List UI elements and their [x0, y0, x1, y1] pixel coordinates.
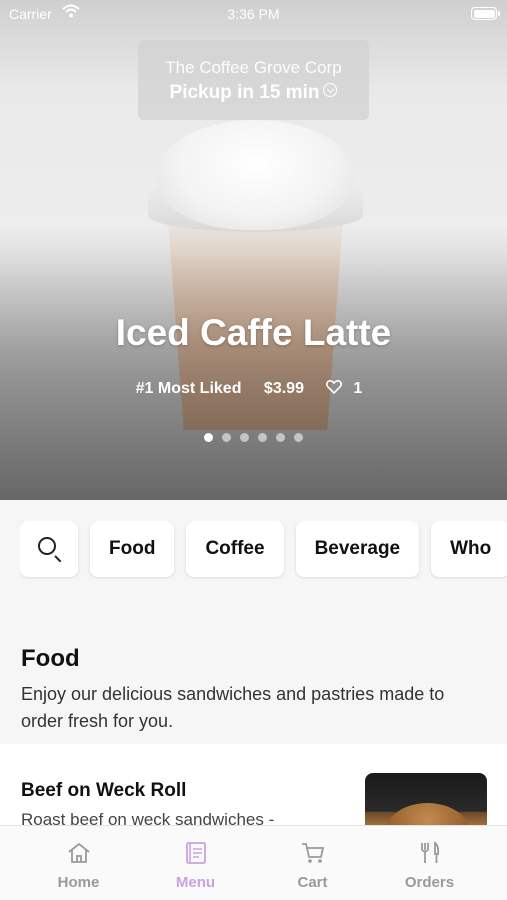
tab-label: Home [57, 874, 100, 891]
heart-icon [326, 380, 343, 394]
pickup-selector[interactable]: The Coffee Grove Corp Pickup in 15 min [138, 40, 369, 120]
price-label: $3.99 [263, 380, 304, 397]
carousel-pager[interactable] [0, 429, 507, 447]
carousel-dot[interactable] [294, 433, 303, 442]
carousel-dot[interactable] [204, 433, 213, 442]
tab-bar: Home Menu Cart Orders [0, 825, 507, 900]
battery-icon [471, 7, 500, 20]
category-bar: Food Coffee Beverage Who [20, 521, 507, 579]
carousel-dot[interactable] [276, 433, 285, 442]
tab-label: Cart [297, 874, 328, 891]
product-meta: #1 Most Liked $3.99 1 [0, 380, 507, 398]
tab-orders[interactable]: Orders [371, 826, 488, 900]
pickup-time-label: Pickup in 15 min [169, 82, 320, 103]
menu-item-card[interactable]: Beef on Weck Roll Roast beef on weck san… [0, 744, 507, 843]
hero-gradient [0, 250, 507, 500]
category-chip-food[interactable]: Food [90, 521, 175, 577]
section-description: Enjoy our delicious sandwiches and pastr… [21, 684, 445, 731]
cart-icon [302, 843, 325, 863]
search-icon [38, 537, 56, 555]
hero-banner[interactable]: Carrier 3:36 PM The Coffee Grove Corp Pi… [0, 0, 507, 500]
store-name: The Coffee Grove Corp [165, 58, 342, 77]
menu-item-name: Beef on Weck Roll [21, 780, 187, 801]
menu-icon [186, 842, 206, 864]
clock: 3:36 PM [227, 6, 280, 22]
rank-label: #1 Most Liked [135, 380, 242, 397]
tab-cart[interactable]: Cart [254, 826, 371, 900]
carousel-dot[interactable] [222, 433, 231, 442]
like-count: 1 [353, 380, 363, 397]
tab-home[interactable]: Home [20, 826, 137, 900]
category-chip-who[interactable]: Who [431, 521, 507, 577]
carousel-dot[interactable] [258, 433, 267, 442]
chevron-down-icon [323, 83, 338, 97]
status-bar: Carrier 3:36 PM [0, 0, 507, 28]
search-button[interactable] [20, 521, 78, 577]
tab-label: Orders [404, 874, 455, 891]
carousel-dot[interactable] [240, 433, 249, 442]
tab-label: Menu [175, 874, 216, 891]
category-chip-beverage[interactable]: Beverage [295, 521, 420, 577]
category-chip-coffee[interactable]: Coffee [186, 521, 284, 577]
home-icon [68, 842, 90, 863]
tab-menu[interactable]: Menu [137, 826, 254, 900]
like-button[interactable]: 1 [326, 380, 371, 397]
product-title: Iced Caffe Latte [115, 312, 392, 353]
orders-icon [421, 841, 440, 863]
section-title: Food [21, 645, 80, 672]
